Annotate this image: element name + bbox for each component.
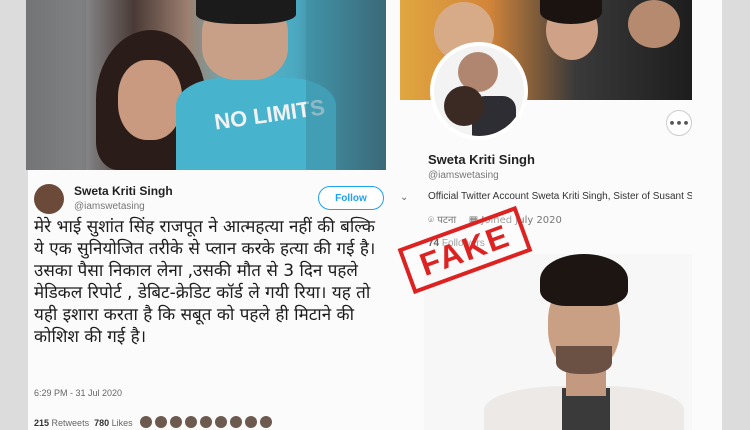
chevron-down-icon[interactable]: ⌄ bbox=[400, 192, 408, 203]
portrait-photo bbox=[424, 254, 692, 430]
avatar[interactable] bbox=[185, 416, 197, 428]
avatar[interactable] bbox=[155, 416, 167, 428]
banner-hair bbox=[540, 0, 602, 24]
tweet-text: मेरे भाई सुशांत सिंह राजपूत ने आत्महत्या… bbox=[34, 216, 384, 348]
profile-bio: Official Twitter Account Sweta Kriti Sin… bbox=[428, 191, 692, 202]
tweet-stats: 215 Retweets 780 Likes bbox=[34, 418, 133, 428]
tweet-paragraph: मेरे भाई सुशांत सिंह राजपूत ने आत्महत्या… bbox=[34, 217, 376, 259]
avatar[interactable] bbox=[170, 416, 182, 428]
banner-face bbox=[628, 0, 680, 48]
tweet-author-handle[interactable]: @iamswetasing bbox=[74, 201, 145, 212]
tweet-timestamp[interactable]: 6:29 PM - 31 Jul 2020 bbox=[34, 388, 122, 398]
profile-avatar[interactable] bbox=[430, 42, 528, 140]
tweet-author-name[interactable]: Sweta Kriti Singh bbox=[74, 184, 173, 198]
avatar[interactable] bbox=[34, 184, 64, 214]
man-cap bbox=[196, 0, 296, 24]
avatar[interactable] bbox=[260, 416, 272, 428]
avatar[interactable] bbox=[200, 416, 212, 428]
follow-button[interactable]: Follow bbox=[318, 186, 384, 210]
location-icon: ⌾ bbox=[428, 215, 434, 226]
avatar-woman bbox=[444, 86, 484, 126]
avatar[interactable] bbox=[215, 416, 227, 428]
avatar[interactable] bbox=[140, 416, 152, 428]
likes-label: Likes bbox=[111, 418, 133, 428]
retweets-count[interactable]: 215 bbox=[34, 418, 49, 428]
more-options-button[interactable]: ••• bbox=[666, 110, 692, 136]
avatar[interactable] bbox=[230, 416, 242, 428]
photo-blur-right bbox=[306, 0, 386, 170]
liker-avatars[interactable] bbox=[140, 416, 272, 428]
profile-handle: @iamswetasing bbox=[428, 170, 499, 181]
likes-count[interactable]: 780 bbox=[94, 418, 109, 428]
portrait-hair bbox=[540, 254, 628, 306]
profile-name: Sweta Kriti Singh bbox=[428, 152, 535, 167]
profile-location: पटना bbox=[437, 215, 457, 226]
photo-blur-left bbox=[26, 0, 86, 170]
retweets-label: Retweets bbox=[51, 418, 90, 428]
avatar[interactable] bbox=[245, 416, 257, 428]
tweet-photo: NO LIMITS bbox=[26, 0, 386, 170]
portrait-beard bbox=[556, 346, 612, 374]
woman-face bbox=[118, 60, 182, 140]
tweet-paragraph: उसका पैसा निकाल लेना ,उसकी मौत से 3 दिन … bbox=[34, 261, 371, 347]
